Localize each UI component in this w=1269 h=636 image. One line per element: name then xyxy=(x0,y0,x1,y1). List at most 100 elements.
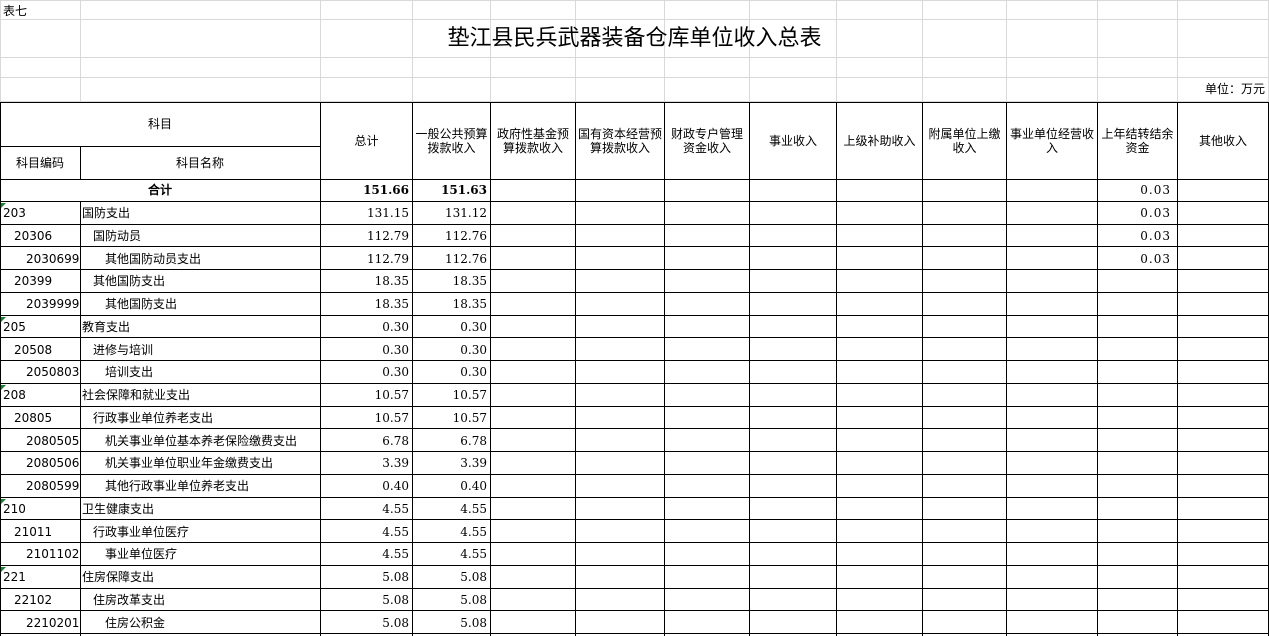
row-name[interactable]: 社会保障和就业支出 xyxy=(82,388,190,402)
row-total[interactable]: 0.30 xyxy=(320,343,409,357)
row-code[interactable]: 20306 xyxy=(14,229,52,243)
row-total[interactable]: 3.39 xyxy=(320,456,409,470)
row-name[interactable]: 机关事业单位职业年金缴费支出 xyxy=(105,456,273,470)
row-total[interactable]: 151.66 xyxy=(320,183,409,197)
row-total[interactable]: 18.35 xyxy=(320,274,409,288)
row-code[interactable]: 20508 xyxy=(14,343,52,357)
column-header[interactable]: 总计 xyxy=(322,102,411,179)
row-general[interactable]: 18.35 xyxy=(412,297,487,311)
row-name[interactable]: 行政事业单位医疗 xyxy=(93,525,189,539)
page-title[interactable]: 垫江县民兵武器装备仓库单位收入总表 xyxy=(0,24,1269,54)
row-name[interactable]: 合计 xyxy=(0,183,320,197)
row-name[interactable]: 住房公积金 xyxy=(105,616,165,630)
row-code[interactable]: 20399 xyxy=(14,274,52,288)
column-header[interactable]: 其他收入 xyxy=(1179,102,1267,179)
row-code[interactable]: 22102 xyxy=(14,593,52,607)
row-code[interactable]: 2039999 xyxy=(26,297,79,311)
row-carryover[interactable]: 0.03 xyxy=(1097,206,1171,220)
row-name[interactable]: 行政事业单位养老支出 xyxy=(93,411,213,425)
row-code[interactable]: 2080599 xyxy=(26,479,79,493)
header-subject[interactable]: 科目 xyxy=(0,102,320,146)
unit-label[interactable]: 单位：万元 xyxy=(1205,82,1265,96)
row-general[interactable]: 131.12 xyxy=(412,206,487,220)
row-general[interactable]: 151.63 xyxy=(412,183,487,197)
row-general[interactable]: 4.55 xyxy=(412,502,487,516)
row-carryover[interactable]: 0.03 xyxy=(1097,229,1171,243)
row-carryover[interactable]: 0.03 xyxy=(1097,252,1171,266)
row-total[interactable]: 5.08 xyxy=(320,593,409,607)
row-general[interactable]: 6.78 xyxy=(412,434,487,448)
row-general[interactable]: 18.35 xyxy=(412,274,487,288)
row-total[interactable]: 0.30 xyxy=(320,320,409,334)
column-header[interactable]: 事业单位经营收入 xyxy=(1008,102,1096,179)
header-code[interactable]: 科目编码 xyxy=(0,146,80,179)
table-number[interactable]: 表七 xyxy=(3,4,27,18)
row-general[interactable]: 0.30 xyxy=(412,365,487,379)
column-header[interactable]: 财政专户管理资金收入 xyxy=(666,102,748,179)
row-general[interactable]: 5.08 xyxy=(412,570,487,584)
row-total[interactable]: 10.57 xyxy=(320,388,409,402)
row-code[interactable]: 210 xyxy=(3,502,26,516)
row-name[interactable]: 国防动员 xyxy=(93,229,141,243)
row-name[interactable]: 机关事业单位基本养老保险缴费支出 xyxy=(105,434,297,448)
row-code[interactable]: 203 xyxy=(3,206,26,220)
row-total[interactable]: 4.55 xyxy=(320,525,409,539)
row-general[interactable]: 4.55 xyxy=(412,525,487,539)
column-header[interactable]: 事业收入 xyxy=(751,102,835,179)
row-general[interactable]: 10.57 xyxy=(412,388,487,402)
column-header[interactable]: 上级补助收入 xyxy=(838,102,921,179)
row-code[interactable]: 20805 xyxy=(14,411,52,425)
row-code[interactable]: 205 xyxy=(3,320,26,334)
row-total[interactable]: 5.08 xyxy=(320,570,409,584)
row-name[interactable]: 其他国防支出 xyxy=(93,274,165,288)
row-total[interactable]: 0.30 xyxy=(320,365,409,379)
row-total[interactable]: 4.55 xyxy=(320,547,409,561)
row-name[interactable]: 培训支出 xyxy=(105,365,153,379)
row-total[interactable]: 112.79 xyxy=(320,252,409,266)
row-general[interactable]: 112.76 xyxy=(412,252,487,266)
row-name[interactable]: 其他行政事业单位养老支出 xyxy=(105,479,249,493)
row-general[interactable]: 112.76 xyxy=(412,229,487,243)
row-name[interactable]: 住房改革支出 xyxy=(93,593,165,607)
row-code[interactable]: 2080506 xyxy=(26,456,79,470)
column-header[interactable]: 上年结转结余资金 xyxy=(1099,102,1176,179)
row-general[interactable]: 4.55 xyxy=(412,547,487,561)
row-code[interactable]: 2030699 xyxy=(26,252,79,266)
row-general[interactable]: 0.30 xyxy=(412,320,487,334)
row-code[interactable]: 2080505 xyxy=(26,434,79,448)
row-total[interactable]: 10.57 xyxy=(320,411,409,425)
row-code[interactable]: 21011 xyxy=(14,525,52,539)
column-header[interactable]: 政府性基金预算拨款收入 xyxy=(492,102,574,179)
row-name[interactable]: 其他国防支出 xyxy=(105,297,177,311)
row-name[interactable]: 事业单位医疗 xyxy=(105,547,177,561)
row-general[interactable]: 5.08 xyxy=(412,616,487,630)
row-total[interactable]: 18.35 xyxy=(320,297,409,311)
row-code[interactable]: 221 xyxy=(3,570,26,584)
row-name[interactable]: 其他国防动员支出 xyxy=(105,252,201,266)
row-general[interactable]: 3.39 xyxy=(412,456,487,470)
row-total[interactable]: 0.40 xyxy=(320,479,409,493)
row-total[interactable]: 5.08 xyxy=(320,616,409,630)
row-code[interactable]: 2210201 xyxy=(26,616,79,630)
column-header[interactable]: 国有资本经营预算拨款收入 xyxy=(577,102,663,179)
row-name[interactable]: 进修与培训 xyxy=(93,343,153,357)
row-name[interactable]: 住房保障支出 xyxy=(82,570,154,584)
row-name[interactable]: 国防支出 xyxy=(82,206,130,220)
column-header[interactable]: 附属单位上缴收入 xyxy=(924,102,1005,179)
row-code[interactable]: 208 xyxy=(3,388,26,402)
row-total[interactable]: 112.79 xyxy=(320,229,409,243)
row-general[interactable]: 0.40 xyxy=(412,479,487,493)
row-total[interactable]: 131.15 xyxy=(320,206,409,220)
row-name[interactable]: 卫生健康支出 xyxy=(82,502,154,516)
row-carryover[interactable]: 0.03 xyxy=(1097,183,1171,197)
column-header[interactable]: 一般公共预算拨款收入 xyxy=(414,102,489,179)
row-total[interactable]: 6.78 xyxy=(320,434,409,448)
row-general[interactable]: 0.30 xyxy=(412,343,487,357)
row-general[interactable]: 10.57 xyxy=(412,411,487,425)
row-code[interactable]: 2050803 xyxy=(26,365,79,379)
header-name[interactable]: 科目名称 xyxy=(80,146,320,179)
row-code[interactable]: 2101102 xyxy=(26,547,79,561)
row-name[interactable]: 教育支出 xyxy=(82,320,130,334)
row-total[interactable]: 4.55 xyxy=(320,502,409,516)
row-general[interactable]: 5.08 xyxy=(412,593,487,607)
